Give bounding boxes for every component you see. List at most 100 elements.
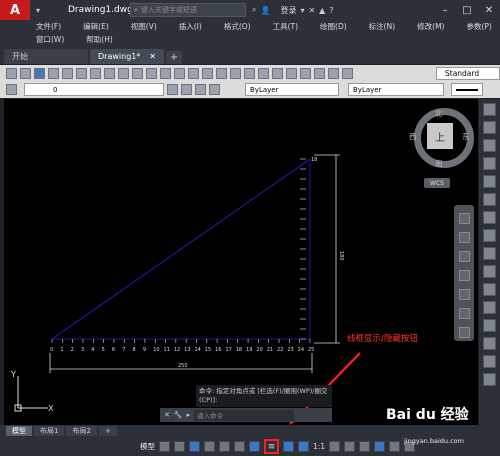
move-icon[interactable] xyxy=(483,193,496,206)
menu-parameter[interactable]: 参数(P) xyxy=(466,21,491,32)
layer-previous-icon[interactable] xyxy=(181,84,192,95)
autocad-logo-icon[interactable]: A xyxy=(0,0,30,20)
menu-view[interactable]: 视图(V) xyxy=(131,21,157,32)
pan-icon[interactable] xyxy=(458,232,470,243)
restore-button[interactable]: □ xyxy=(456,0,478,20)
tab-layout2[interactable]: 布局2 xyxy=(66,426,97,436)
close-icon[interactable]: ✕ xyxy=(164,411,170,419)
3d-print-icon[interactable] xyxy=(90,67,101,79)
search-input[interactable]: ⌕ 键入关键字或短语 xyxy=(130,3,246,17)
ortho-icon[interactable] xyxy=(189,441,200,452)
menu-help[interactable]: 帮助(H) xyxy=(86,34,113,45)
new-tab-button[interactable]: + xyxy=(166,51,182,64)
tab-start[interactable]: 开始 xyxy=(4,49,88,64)
undo-icon[interactable] xyxy=(174,67,185,79)
chamfer-icon[interactable] xyxy=(483,337,496,350)
command-input[interactable]: 键入命令 xyxy=(194,409,295,421)
annotation-visibility-icon[interactable] xyxy=(283,441,294,452)
zoom-extents-icon[interactable] xyxy=(458,251,470,262)
color-select[interactable]: ByLayer xyxy=(245,83,339,96)
tool-palettes-icon[interactable] xyxy=(286,67,297,79)
cut-icon[interactable] xyxy=(104,67,115,79)
menu-file[interactable]: 文件(F) xyxy=(36,21,61,32)
object-snap-icon[interactable] xyxy=(249,441,260,452)
paste-icon[interactable] xyxy=(132,67,143,79)
nav-extra-icon[interactable] xyxy=(458,327,470,338)
properties-icon[interactable] xyxy=(258,67,269,79)
design-center-icon[interactable] xyxy=(272,67,283,79)
exchange-icon[interactable]: ✕ xyxy=(308,6,315,15)
drawing-canvas[interactable]: 250 180 0 1 2 3 4 5 6 7 8 9 10 11 12 13 14 15 16 17 18 19 20… xyxy=(4,99,478,425)
text-style-select[interactable]: Standard xyxy=(436,66,500,80)
chevron-down-icon[interactable]: ▾ xyxy=(300,6,304,15)
join-icon[interactable] xyxy=(483,319,496,332)
new-icon[interactable] xyxy=(6,67,17,79)
menu-insert[interactable]: 插入(I) xyxy=(179,21,202,32)
scale-icon[interactable] xyxy=(483,229,496,242)
extend-icon[interactable] xyxy=(483,283,496,296)
compass-north[interactable]: 北 xyxy=(435,108,443,119)
menu-window[interactable]: 窗口(W) xyxy=(36,34,64,45)
stretch-icon[interactable] xyxy=(483,247,496,260)
object-snap-tracking-icon[interactable] xyxy=(234,441,245,452)
isodraft-icon[interactable] xyxy=(219,441,230,452)
isolate-objects-icon[interactable] xyxy=(359,441,371,452)
help-icon[interactable]: ? xyxy=(329,6,333,15)
mirror-icon[interactable] xyxy=(483,139,496,152)
compass-west[interactable]: 西 xyxy=(409,131,417,142)
save-icon[interactable] xyxy=(34,67,45,79)
sheet-set-icon[interactable] xyxy=(300,67,311,79)
compass-south[interactable]: 南 xyxy=(435,158,443,169)
array-icon[interactable] xyxy=(483,175,496,188)
menu-format[interactable]: 格式(O) xyxy=(224,21,251,32)
explode-icon[interactable] xyxy=(483,373,496,386)
tab-drawing1[interactable]: Drawing1* ✕ xyxy=(90,49,164,64)
markup-icon[interactable] xyxy=(314,67,325,79)
zoom-window-icon[interactable] xyxy=(230,67,241,79)
clean-screen-icon[interactable] xyxy=(389,441,401,452)
calculator-icon[interactable] xyxy=(328,67,339,79)
auto-scale-icon[interactable] xyxy=(298,441,309,452)
trim-icon[interactable] xyxy=(483,265,496,278)
showmotion-icon[interactable] xyxy=(458,289,470,300)
orbit-icon[interactable] xyxy=(458,270,470,281)
menu-tools[interactable]: 工具(T) xyxy=(273,21,298,32)
chevron-down-icon[interactable]: ▾ xyxy=(30,6,46,15)
user-icon[interactable]: 👤 xyxy=(260,6,270,15)
wrench-icon[interactable]: 🔧 xyxy=(174,411,183,419)
tab-add-layout[interactable]: + xyxy=(98,426,117,436)
preview-icon[interactable] xyxy=(62,67,73,79)
copy-icon[interactable] xyxy=(118,67,129,79)
color-icon[interactable] xyxy=(209,84,220,95)
pan-icon[interactable] xyxy=(202,67,213,79)
viewcube-top-face[interactable]: 上 xyxy=(427,123,453,149)
wcs-menu[interactable]: WCS xyxy=(424,178,450,188)
layer-properties-icon[interactable] xyxy=(6,84,17,95)
text-style-icon[interactable] xyxy=(342,67,353,79)
close-button[interactable]: ✕ xyxy=(478,0,500,20)
layer-states-icon[interactable] xyxy=(195,84,206,95)
offset-icon[interactable] xyxy=(483,157,496,170)
snap-icon[interactable] xyxy=(174,441,185,452)
break-icon[interactable] xyxy=(483,301,496,314)
grid-icon[interactable] xyxy=(159,441,170,452)
polar-tracking-icon[interactable] xyxy=(204,441,215,452)
annotation-scale[interactable]: 1:1 xyxy=(313,442,325,451)
make-current-icon[interactable] xyxy=(167,84,178,95)
close-icon[interactable]: ✕ xyxy=(149,52,156,61)
copy-object-icon[interactable] xyxy=(483,121,496,134)
fillet-icon[interactable] xyxy=(483,355,496,368)
plus-icon[interactable] xyxy=(344,441,356,452)
menu-modify[interactable]: 修改(M) xyxy=(417,21,444,32)
steering-wheel-icon[interactable] xyxy=(458,213,470,224)
open-icon[interactable] xyxy=(20,67,31,79)
tab-layout1[interactable]: 布局1 xyxy=(34,426,65,436)
print-icon[interactable] xyxy=(48,67,59,79)
redo-icon[interactable] xyxy=(188,67,199,79)
command-menu-icon[interactable]: ▸ xyxy=(187,411,191,419)
nav-settings-icon[interactable] xyxy=(458,308,470,319)
hardware-acceleration-icon[interactable] xyxy=(374,441,386,452)
layer-select[interactable]: 0 xyxy=(24,83,164,96)
linetype-select[interactable]: ByLayer xyxy=(348,83,444,96)
minimize-button[interactable]: – xyxy=(434,0,456,20)
